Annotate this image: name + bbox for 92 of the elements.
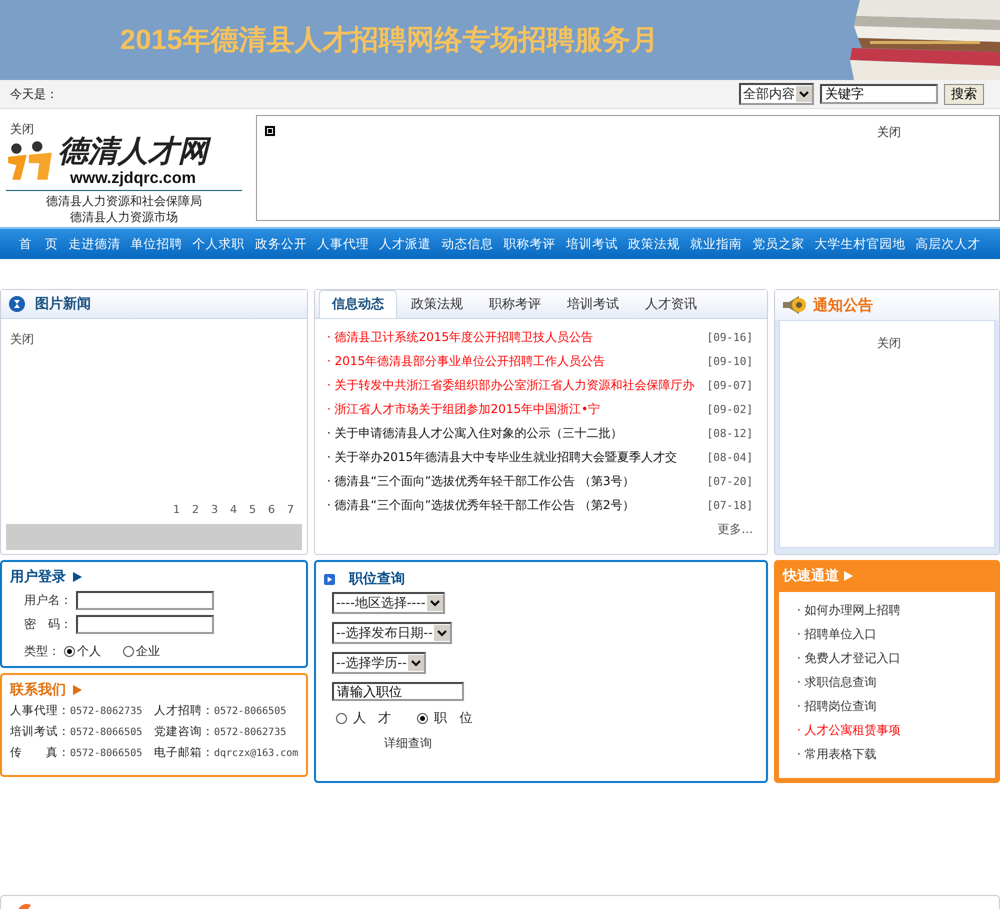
contact-label: 人才招聘：: [154, 703, 214, 717]
page-link[interactable]: 5: [249, 503, 256, 516]
quick-link[interactable]: · 求职信息查询: [797, 674, 995, 692]
news-link[interactable]: · 德清县卫计系统2015年度公开招聘卫技人员公告: [327, 328, 594, 346]
keyword-field[interactable]: 关键字: [820, 84, 938, 104]
radio-label: 企业: [136, 642, 160, 660]
news-link[interactable]: · 关于转发中共浙江省委组织部办公室浙江省人力资源和社会保障厅办: [327, 376, 695, 394]
nav-link[interactable]: 人才派遣: [379, 236, 432, 252]
nav-link[interactable]: 单位招聘: [130, 236, 182, 252]
news-tab[interactable]: 人才资讯: [633, 291, 709, 318]
logo-url: www.zjdqrc.com: [70, 170, 196, 188]
panel-title: 联系我们: [10, 681, 66, 699]
news-date: [07-20]: [706, 474, 753, 488]
radio-label: 职 位: [434, 710, 476, 727]
contact-value: 0572-8066505: [70, 748, 142, 759]
detail-search-link[interactable]: 详细查询: [384, 735, 432, 752]
news-link[interactable]: · 德清县“三个面向”选拔优秀年轻干部工作公告 （第2号）: [327, 496, 635, 514]
nav-link[interactable]: 动态信息: [441, 236, 494, 252]
filter-select[interactable]: --选择发布日期--: [332, 622, 452, 644]
contact-label: 党建咨询：: [154, 724, 214, 738]
search-button[interactable]: 搜索: [944, 84, 984, 104]
radio-label: 人 才: [353, 710, 396, 727]
contact-value: 0572-8066505: [214, 706, 286, 717]
quick-link[interactable]: · 如何办理网上招聘: [797, 602, 995, 620]
contact-label: 人事代理：: [10, 703, 70, 717]
filter-select[interactable]: --选择学历--: [332, 652, 426, 674]
news-tab[interactable]: 信息动态: [319, 290, 397, 318]
contact-value: 0572-8062735: [70, 706, 142, 717]
banner-title: 2015年德清县人才招聘网络专场招聘服务月: [120, 23, 658, 57]
news-date: [08-04]: [706, 450, 753, 464]
organization-name: 德清县人力资源和社会保障局: [46, 193, 202, 209]
nav-link[interactable]: 党员之家: [752, 236, 804, 252]
news-link[interactable]: · 浙江省人才市场关于组团参加2015年中国浙江•宁: [327, 400, 600, 418]
news-link[interactable]: · 2015年德清县部分事业单位公开招聘工作人员公告: [327, 352, 606, 370]
field-label: 用户名：: [24, 592, 73, 608]
nav-link[interactable]: 政策法规: [628, 236, 680, 252]
news-date: [09-02]: [706, 402, 753, 416]
scope-select[interactable]: 全部内容: [739, 83, 814, 105]
close-link[interactable]: 关闭: [877, 124, 901, 141]
nav-link[interactable]: 培训考试: [566, 236, 618, 252]
page-link[interactable]: 2: [192, 503, 199, 516]
news-date: [08-12]: [706, 426, 753, 440]
quick-link[interactable]: · 免费人才登记入口: [797, 650, 995, 668]
contact-label: 电子邮箱：: [154, 745, 214, 759]
news-link[interactable]: · 关于申请德清县人才公寓入住对象的公示（三十二批）: [327, 424, 623, 442]
organization-name: 德清县人力资源市场: [70, 209, 178, 225]
contact-value: 0572-8062735: [214, 727, 286, 738]
panel-title: 快速通道: [783, 567, 839, 585]
contact-value: 0572-8066505: [70, 727, 142, 738]
news-tab[interactable]: 政策法规: [399, 291, 475, 318]
nav-link[interactable]: 个人求职: [192, 236, 245, 252]
contact-label: 传 真：: [10, 745, 70, 759]
news-date: [09-10]: [706, 354, 753, 368]
position-field[interactable]: 请输入职位: [332, 682, 464, 701]
panel-title: 图片新闻: [35, 295, 91, 313]
news-link[interactable]: · 关于举办2015年德清县大中专毕业生就业招聘大会暨夏季人才交: [327, 448, 678, 466]
quick-link[interactable]: · 招聘单位入口: [797, 626, 995, 644]
contact-value: dqrczx@163.com: [214, 748, 298, 759]
panel-title: 职位查询: [349, 570, 405, 588]
page-link[interactable]: 7: [287, 503, 294, 516]
nav-link[interactable]: 职称考评: [504, 236, 556, 252]
close-link[interactable]: 关闭: [6, 331, 302, 348]
news-tab[interactable]: 职称考评: [477, 291, 553, 318]
page-link[interactable]: 3: [211, 503, 218, 516]
news-link[interactable]: · 德清县“三个面向”选拔优秀年轻干部工作公告 （第3号）: [327, 472, 635, 490]
contact-label: 培训考试：: [10, 724, 70, 738]
page-link[interactable]: 6: [268, 503, 275, 516]
news-tab[interactable]: 培训考试: [555, 291, 631, 318]
panel-title: 通知公告: [813, 296, 873, 314]
date-label: 今天是：: [10, 86, 58, 102]
quick-link[interactable]: · 人才公寓租赁事项: [797, 722, 995, 740]
quick-link[interactable]: · 常用表格下载: [797, 746, 995, 764]
news-date: [09-16]: [706, 330, 753, 344]
field-label: 密 码：: [24, 616, 73, 632]
field-label: 类型：: [24, 642, 61, 660]
news-date: [07-18]: [706, 498, 753, 512]
nav-link[interactable]: 就业指南: [690, 236, 742, 252]
radio-label: 个人: [77, 642, 101, 660]
news-date: [09-07]: [706, 378, 753, 392]
panel-title: 用户登录: [10, 568, 66, 586]
nav-link[interactable]: 走进德清: [68, 236, 120, 252]
filter-select[interactable]: ----地区选择----: [332, 592, 445, 614]
nav-link[interactable]: 高层次人才: [916, 236, 981, 252]
nav-link[interactable]: 政务公开: [254, 236, 307, 252]
more-link[interactable]: 更多...: [718, 520, 753, 538]
close-link[interactable]: 关闭: [873, 335, 901, 547]
nav-link[interactable]: 首 页: [19, 236, 58, 252]
page-link[interactable]: 4: [230, 503, 237, 516]
quick-link[interactable]: · 招聘岗位查询: [797, 698, 995, 716]
nav-link[interactable]: 大学生村官园地: [814, 236, 906, 252]
nav-link[interactable]: 人事代理: [317, 236, 370, 252]
page-link[interactable]: 1: [173, 503, 180, 516]
